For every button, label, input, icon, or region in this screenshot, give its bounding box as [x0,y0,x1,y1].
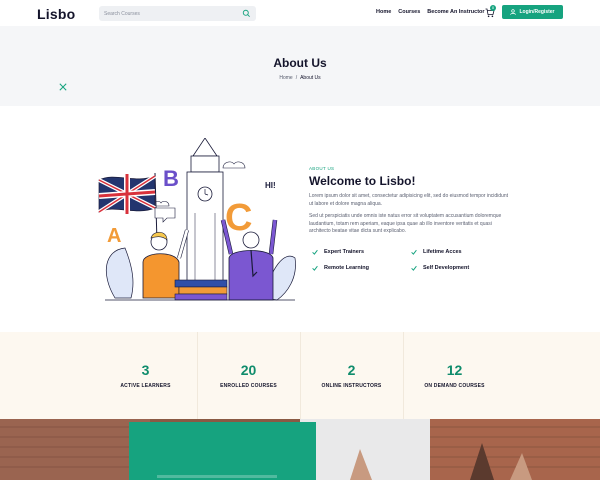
site-logo[interactable]: Lisbo [37,6,75,22]
feature-label: Lifetime Acces [423,249,462,255]
stat-enrolled-courses: 20 ENROLLED COURSES [197,332,300,419]
stat-label: ON DEMAND COURSES [424,383,485,389]
stats-section: 3 ACTIVE LEARNERS 20 ENROLLED COURSES 2 … [0,332,600,419]
stat-number: 2 [347,362,356,378]
stat-active-learners: 3 ACTIVE LEARNERS [94,332,197,419]
page-banner: About Us Home / About Us [0,26,600,106]
feature-label: Expert Trainers [324,249,365,255]
breadcrumb: Home / About Us [279,75,321,81]
stat-online-instructors: 2 ONLINE INSTRUCTORS [300,332,403,419]
stat-label: ONLINE INSTRUCTORS [321,383,382,389]
user-icon [510,9,517,15]
stat-number: 20 [240,362,257,378]
section-eyebrow: ABOUT US [309,166,335,171]
nav-become-instructor[interactable]: Become An Instructor [427,9,484,15]
cart-count-badge: 0 [490,5,496,11]
check-icon [312,249,318,255]
login-register-button[interactable]: Login/Register [502,5,563,19]
about-paragraph-1: Lorem ipsum dolor sit amet, consectetur … [309,193,508,207]
nav-courses[interactable]: Courses [398,9,420,15]
feature-label: Self Development [423,265,470,271]
breadcrumb-home[interactable]: Home [279,75,292,81]
nav-home[interactable]: Home [376,9,391,15]
search-box [99,6,256,21]
letter-a-decoration: A [107,225,121,247]
feature-expert-trainers: Expert Trainers [312,249,364,255]
page-title: About Us [273,56,327,70]
letter-b-decoration: B [163,166,179,191]
close-x-decoration-icon [59,83,67,91]
stat-label: ACTIVE LEARNERS [120,383,171,389]
about-paragraph-2: Sed ut perspiciatis unde omnis iste natu… [309,213,502,234]
main-nav: Home Courses Become An Instructor [376,9,492,15]
cta-card-text-fragment [157,475,277,478]
about-heading: Welcome to Lisbo! [309,174,416,188]
search-input[interactable] [104,8,234,19]
check-icon [411,249,417,255]
site-header: Lisbo Home Courses Become An Instructor … [0,0,600,26]
stat-number: 3 [141,362,150,378]
feature-label: Remote Learning [324,265,369,271]
check-icon [411,265,417,271]
login-register-label: Login/Register [519,9,555,15]
speech-text: HI! [265,181,276,190]
stat-number: 12 [446,362,463,378]
feature-remote-learning: Remote Learning [312,265,369,271]
stat-on-demand-courses: 12 ON DEMAND COURSES [403,332,506,419]
about-illustration: B A C HI! [97,138,296,301]
stat-label: ENROLLED COURSES [220,383,277,389]
feature-lifetime-access: Lifetime Acces [411,249,462,255]
check-icon [312,265,318,271]
search-icon[interactable] [242,9,251,18]
cta-card [129,422,316,480]
feature-self-development: Self Development [411,265,469,271]
breadcrumb-current: About Us [300,75,321,81]
